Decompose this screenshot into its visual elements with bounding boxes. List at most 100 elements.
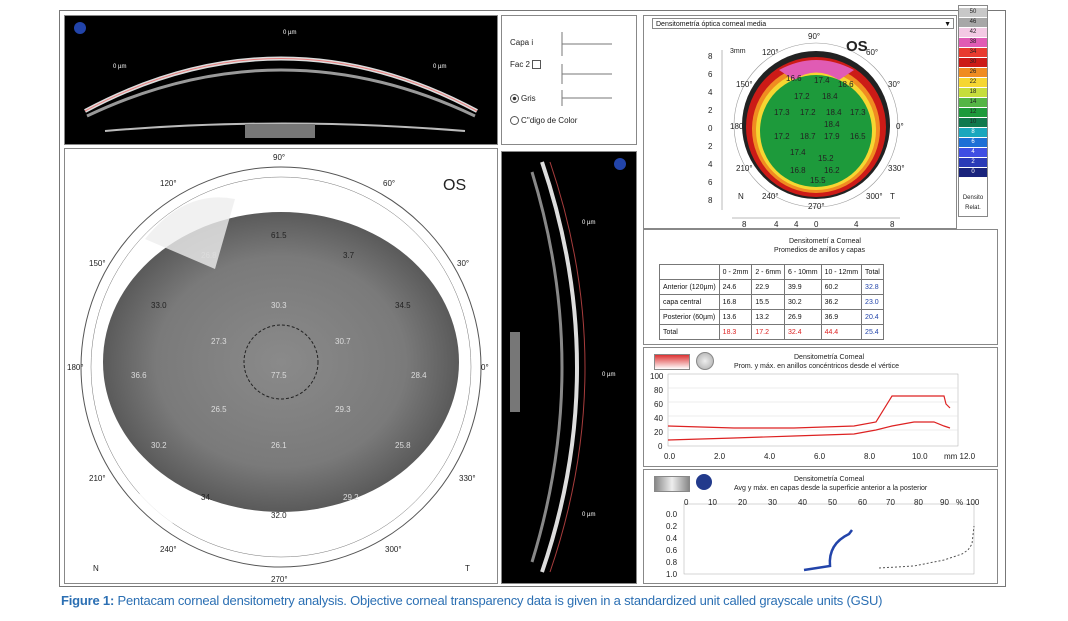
chart2-title: Densitometría Corneal xyxy=(794,476,865,483)
cm-ytick: 4 xyxy=(708,160,713,169)
table-subtitle: Promedios de anillos y capas xyxy=(774,247,866,254)
cell: 24.6 xyxy=(718,279,753,295)
cm-angle-180: 180° xyxy=(730,122,747,131)
map-type-dropdown[interactable]: Densitometría óptica corneal media ▼ xyxy=(652,18,954,29)
c2-xtick: 40 xyxy=(798,498,807,507)
cm-xtick: 4 xyxy=(774,220,779,229)
cell: 44.4 xyxy=(820,324,863,340)
cm-value: 17.4 xyxy=(790,148,806,157)
slit-label-top: 0 µm xyxy=(582,220,596,226)
cm-angle-330: 330° xyxy=(888,164,905,173)
cm-angle-90: 90° xyxy=(808,32,821,41)
cm-value: 15.2 xyxy=(818,154,834,163)
cell: 16.8 xyxy=(718,294,753,310)
table-header: Total xyxy=(861,264,884,280)
scale-cell: 2 xyxy=(959,158,987,167)
cm-value: 18.4 xyxy=(826,108,842,117)
cm-ytick: 8 xyxy=(708,52,713,61)
angle-30: 30° xyxy=(457,259,470,268)
cm-value: 17.2 xyxy=(794,92,810,101)
cm-xtick: 8 xyxy=(890,220,895,229)
gray-value: 61.5 xyxy=(271,231,287,240)
cm-t: T xyxy=(890,192,895,201)
cm-value: 17.2 xyxy=(774,132,790,141)
table-row: Anterior (120µm) 24.6 22.9 39.9 60.2 32.… xyxy=(659,279,884,295)
gray-map-n: N xyxy=(93,564,99,573)
cm-xtick: 8 xyxy=(742,220,747,229)
c1-xtick: 0.0 xyxy=(664,452,676,461)
cell: 22.9 xyxy=(751,279,786,295)
gray-value: 36.6 xyxy=(131,371,147,380)
cell-total: 25.4 xyxy=(861,324,884,340)
gray-value: 26.8 xyxy=(201,251,217,260)
scale-cell: 0 xyxy=(959,168,987,177)
color-code-option[interactable]: C''digo de Color xyxy=(510,116,577,126)
cell: 17.2 xyxy=(751,324,786,340)
color-code-radio[interactable] xyxy=(510,116,519,126)
cell-total: 20.4 xyxy=(861,309,884,325)
c2-xtick: 90 xyxy=(940,498,949,507)
c1-xtick: 4.0 xyxy=(764,452,776,461)
color-scale: 50 46 42 38 34 30 26 22 18 14 12 10 8 6 4 2 0 Densito Rela… xyxy=(958,5,988,217)
scale-cell: 34 xyxy=(959,48,987,57)
table-row: capa central 16.8 15.5 30.2 36.2 23.0 xyxy=(659,294,884,310)
chevron-down-icon[interactable]: ▼ xyxy=(944,19,951,30)
cm-ytick: 6 xyxy=(708,178,713,187)
cell: 15.5 xyxy=(751,294,786,310)
cm-xtick: 4 xyxy=(794,220,799,229)
scale-cell: 50 xyxy=(959,8,987,17)
cm-value: 16.8 xyxy=(790,166,806,175)
caption-text: Pentacam corneal densitometry analysis. … xyxy=(114,593,883,608)
c2-xtick: 50 xyxy=(828,498,837,507)
c1-xunit: mm 12.0 xyxy=(944,452,976,461)
cm-ytick: 2 xyxy=(708,106,713,115)
angle-150: 150° xyxy=(89,259,106,268)
cell: 36.9 xyxy=(820,309,863,325)
ring-profile-chart-panel: Densitometría Corneal Prom. y máx. en an… xyxy=(643,347,998,467)
sphere-icon[interactable] xyxy=(696,474,712,490)
display-controls: Capa i Fac 2 Gris C''digo de Color xyxy=(501,15,637,145)
slit-label-mid: 0 µm xyxy=(602,372,616,378)
c1-ytick: 60 xyxy=(654,400,663,409)
cell: 36.2 xyxy=(820,294,863,310)
layer-profile-chart xyxy=(683,503,975,575)
gray-value: 27.3 xyxy=(211,337,227,346)
c2-xtick: % xyxy=(956,498,964,507)
layer-profile-icon[interactable] xyxy=(654,476,690,492)
row-label: Total xyxy=(659,324,720,340)
cm-ytick: 4 xyxy=(708,88,713,97)
ring-layer-table-panel: Densitometrí a Corneal Promedios de anil… xyxy=(643,229,998,345)
cm-value: 17.3 xyxy=(774,108,790,117)
scale-cell: 10 xyxy=(959,118,987,127)
angle-270: 270° xyxy=(271,575,288,584)
cm-value: 16.6 xyxy=(786,74,802,83)
gray-value: 30.3 xyxy=(271,301,287,310)
cm-angle-30: 30° xyxy=(888,80,901,89)
cm-angle-120: 120° xyxy=(762,48,779,57)
c2-xtick: 70 xyxy=(886,498,895,507)
table-header: 10 - 12mm xyxy=(820,264,863,280)
cell: 13.2 xyxy=(751,309,786,325)
c1-ytick: 40 xyxy=(654,414,663,423)
angle-210: 210° xyxy=(89,474,106,483)
scale-cell: 30 xyxy=(959,58,987,67)
gray-value: 29.2 xyxy=(343,493,359,502)
cm-angle-210: 210° xyxy=(736,164,753,173)
gray-value: 30.7 xyxy=(335,337,351,346)
c2-xtick: 30 xyxy=(768,498,777,507)
c2-xtick: 10 xyxy=(708,498,717,507)
c2-xtick: 80 xyxy=(914,498,923,507)
scale-cell: 42 xyxy=(959,28,987,37)
cm-ytick: 2 xyxy=(708,142,713,151)
slider-lines[interactable] xyxy=(502,16,638,116)
scale-cell: 38 xyxy=(959,38,987,47)
cm-angle-270: 270° xyxy=(808,202,825,211)
scale-cell: 46 xyxy=(959,18,987,27)
angle-60: 60° xyxy=(383,179,396,188)
gray-value: 3.7 xyxy=(343,251,355,260)
scale-cell: 12 xyxy=(959,108,987,117)
scheimpflug-vertical-image: 0 µm 0 µm 0 µm xyxy=(501,151,637,584)
scale-cell: 14 xyxy=(959,98,987,107)
cm-angle-0: 0° xyxy=(896,122,904,131)
row-label: capa central xyxy=(659,294,720,310)
